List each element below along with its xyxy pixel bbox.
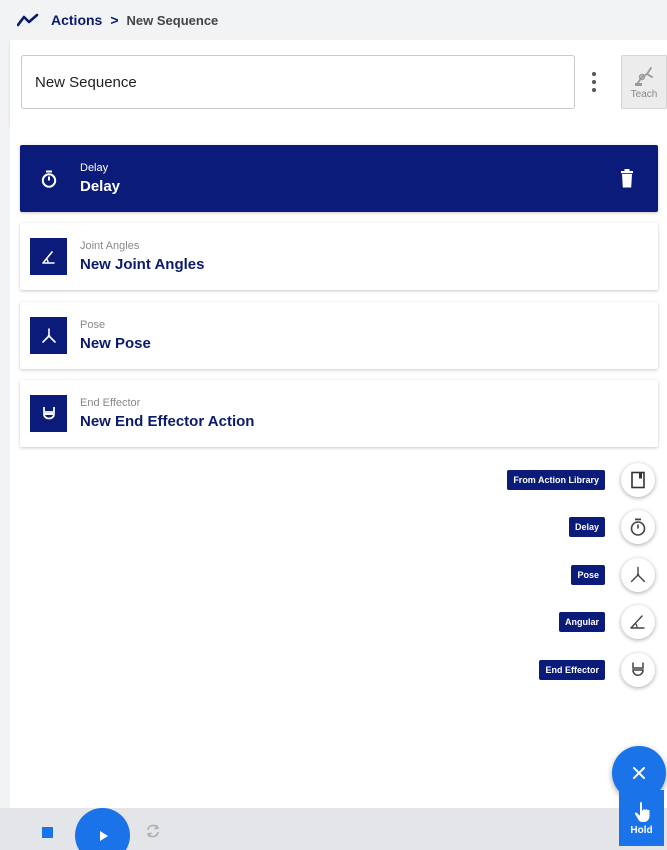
step-icon-box bbox=[30, 160, 67, 197]
robot-arm-icon bbox=[635, 66, 653, 86]
step-type: Pose bbox=[80, 319, 106, 331]
step-icon-box bbox=[30, 395, 67, 432]
step-delay[interactable]: Delay Delay bbox=[20, 145, 658, 212]
stop-button[interactable] bbox=[42, 827, 53, 838]
timer-icon bbox=[630, 518, 646, 536]
sequence-header: Teach bbox=[10, 40, 667, 125]
timer-icon bbox=[41, 170, 56, 188]
close-icon bbox=[633, 767, 645, 779]
fab-option-delay[interactable]: Delay bbox=[568, 510, 655, 544]
step-title: New End Effector Action bbox=[80, 413, 255, 430]
step-joint-angles[interactable]: Joint Angles New Joint Angles bbox=[20, 223, 658, 290]
teach-label: Teach bbox=[630, 88, 658, 100]
fab-option-pose[interactable]: Pose bbox=[571, 558, 655, 592]
loop-icon[interactable] bbox=[144, 822, 162, 840]
step-type: Delay bbox=[80, 162, 109, 174]
library-icon bbox=[631, 471, 645, 489]
fab-option-label: Angular bbox=[558, 612, 605, 632]
fab-option-label: From Action Library bbox=[507, 470, 605, 490]
step-end-effector[interactable]: End Effector New End Effector Action bbox=[20, 380, 658, 447]
fab-option-angular[interactable]: Angular bbox=[558, 605, 655, 639]
play-button[interactable] bbox=[75, 808, 130, 850]
breadcrumb-actions-link[interactable]: Actions bbox=[51, 12, 102, 28]
sequence-steps-panel: Delay Delay Joint Angles New Joint Angle… bbox=[10, 125, 667, 808]
step-title: Delay bbox=[80, 178, 121, 195]
fab-option-button[interactable] bbox=[621, 510, 655, 544]
pose-icon bbox=[41, 327, 56, 343]
fab-option-label: Pose bbox=[571, 565, 605, 585]
gripper-icon bbox=[632, 662, 644, 676]
pose-icon bbox=[630, 566, 646, 583]
step-type: End Effector bbox=[80, 397, 141, 409]
hand-pointer-icon bbox=[634, 801, 649, 822]
angle-icon bbox=[630, 615, 645, 629]
step-icon-box bbox=[30, 238, 67, 275]
play-icon bbox=[99, 830, 108, 841]
breadcrumb-current: New Sequence bbox=[126, 12, 219, 28]
fab-option-button[interactable] bbox=[621, 653, 655, 687]
step-type: Joint Angles bbox=[80, 240, 140, 252]
hold-button[interactable]: Hold bbox=[619, 790, 664, 846]
fab-option-button[interactable] bbox=[621, 558, 655, 592]
fab-option-button[interactable] bbox=[621, 605, 655, 639]
sequence-name-input[interactable] bbox=[21, 55, 575, 109]
fab-option-end-effector[interactable]: End Effector bbox=[539, 653, 655, 687]
playback-bar bbox=[0, 808, 667, 850]
breadcrumb: Actions > New Sequence bbox=[0, 0, 667, 40]
hold-label: Hold bbox=[630, 824, 653, 836]
fab-option-action-library[interactable]: From Action Library bbox=[507, 463, 655, 497]
step-title: New Joint Angles bbox=[80, 256, 205, 273]
fab-option-button[interactable] bbox=[621, 463, 655, 497]
step-title: New Pose bbox=[80, 335, 151, 352]
fab-option-label: Delay bbox=[568, 517, 605, 537]
teach-button[interactable]: Teach bbox=[621, 55, 667, 109]
gripper-icon bbox=[42, 406, 55, 419]
breadcrumb-separator: > bbox=[110, 12, 119, 28]
step-pose[interactable]: Pose New Pose bbox=[20, 302, 658, 369]
angle-icon bbox=[41, 250, 55, 264]
fab-option-label: End Effector bbox=[539, 660, 605, 680]
app-logo-icon[interactable] bbox=[17, 13, 39, 27]
more-options-icon[interactable] bbox=[584, 69, 604, 95]
step-icon-box bbox=[30, 317, 67, 354]
trash-icon[interactable] bbox=[620, 169, 634, 188]
